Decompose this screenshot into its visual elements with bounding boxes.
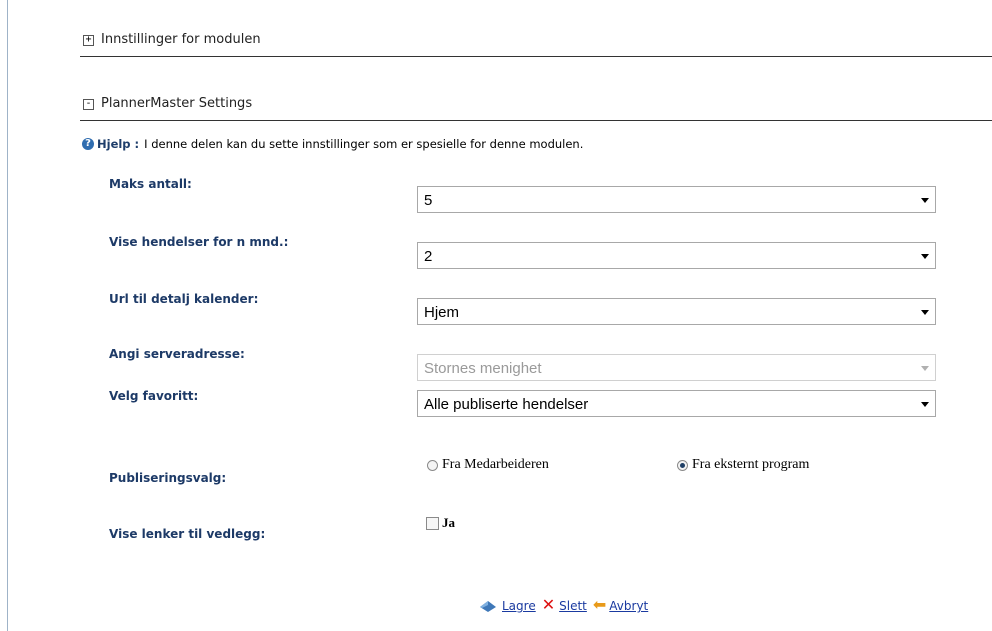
cancel-link[interactable]: Avbryt	[609, 599, 648, 613]
chevron-down-icon	[921, 198, 929, 203]
favorite-label: Velg favoritt:	[109, 389, 199, 403]
attachments-checkbox[interactable]	[426, 516, 439, 530]
months-select[interactable]: 2	[417, 242, 936, 269]
delete-link[interactable]: Slett	[559, 599, 587, 613]
page-left-border	[7, 0, 8, 631]
radio-button-selected[interactable]	[677, 459, 688, 471]
chevron-down-icon	[921, 366, 929, 371]
help-icon: ?	[82, 138, 94, 150]
expand-icon[interactable]: +	[83, 35, 94, 46]
publishing-option-eksternt[interactable]: Fra eksternt program	[677, 457, 809, 473]
radio-label: Fra Medarbeideren	[442, 457, 549, 472]
max-count-value: 5	[424, 192, 433, 209]
section-title: PlannerMaster Settings	[101, 96, 253, 111]
form-actions: Lagre ✕ Slett ⬅ Avbryt	[478, 597, 654, 613]
chevron-down-icon	[921, 310, 929, 315]
help-text: ? Hjelp : I denne delen kan du sette inn…	[82, 137, 583, 151]
months-label: Vise hendelser for n mnd.:	[109, 235, 289, 249]
help-description: I denne delen kan du sette innstillinger…	[144, 137, 584, 151]
delete-icon: ✕	[541, 595, 556, 614]
months-value: 2	[424, 248, 433, 265]
checkbox-label: Ja	[442, 515, 455, 530]
server-address-value: Stornes menighet	[424, 360, 542, 377]
calendar-url-value: Hjem	[424, 304, 460, 321]
attachments-label: Vise lenker til vedlegg:	[109, 527, 266, 541]
favorite-value: Alle publiserte hendelser	[424, 396, 589, 413]
radio-label: Fra eksternt program	[692, 457, 810, 472]
help-label: Hjelp :	[97, 137, 140, 151]
section-title: Innstillinger for modulen	[101, 32, 261, 47]
publishing-option-medarbeideren[interactable]: Fra Medarbeideren	[427, 457, 549, 473]
collapse-icon[interactable]: -	[83, 99, 94, 110]
save-link[interactable]: Lagre	[502, 599, 536, 613]
section-plannermaster-settings[interactable]: - PlannerMaster Settings	[80, 94, 992, 121]
section-module-settings[interactable]: + Innstillinger for modulen	[80, 30, 992, 57]
radio-button[interactable]	[427, 459, 438, 471]
calendar-url-label: Url til detalj kalender:	[109, 292, 259, 306]
server-address-label: Angi serveradresse:	[109, 347, 245, 361]
chevron-down-icon	[921, 254, 929, 259]
publishing-label: Publiseringsvalg:	[109, 471, 227, 485]
favorite-select[interactable]: Alle publiserte hendelser	[417, 390, 936, 417]
attachments-checkbox-group[interactable]: Ja	[426, 515, 455, 531]
max-count-select[interactable]: 5	[417, 186, 936, 213]
save-icon	[480, 601, 496, 612]
chevron-down-icon	[921, 402, 929, 407]
server-address-select: Stornes menighet	[417, 354, 936, 381]
calendar-url-select[interactable]: Hjem	[417, 298, 936, 325]
max-count-label: Maks antall:	[109, 177, 192, 191]
back-arrow-icon: ⬅	[592, 595, 607, 614]
